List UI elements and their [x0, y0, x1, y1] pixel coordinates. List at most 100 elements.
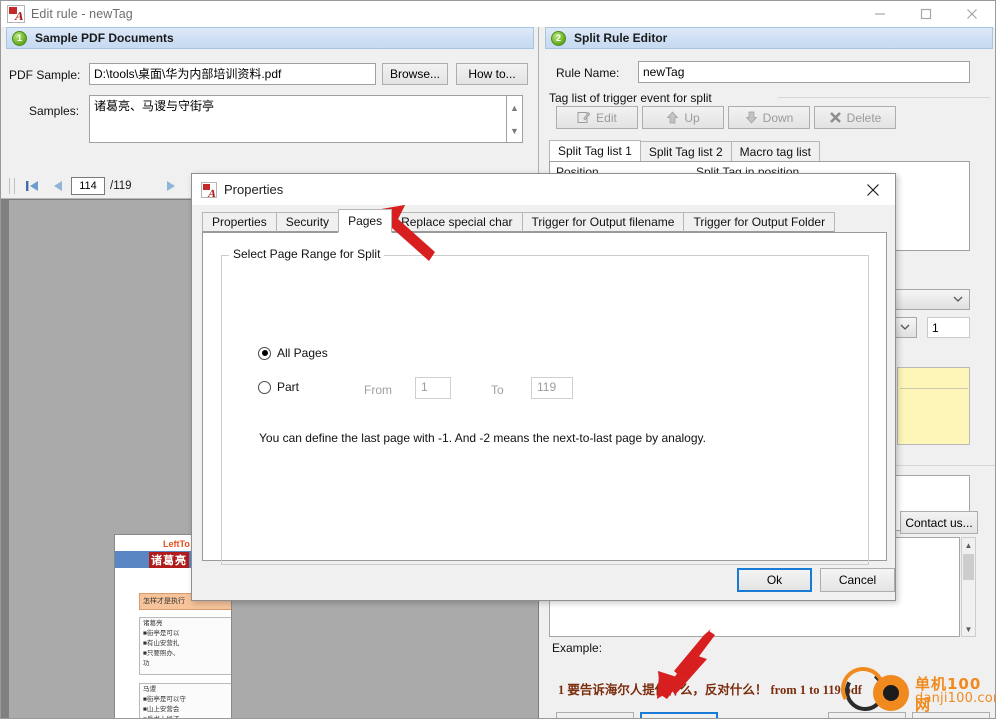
current-page-input[interactable]: 114 — [71, 176, 105, 195]
radio-part-label: Part — [277, 380, 300, 394]
howto-button[interactable]: How to... — [456, 63, 528, 85]
go-previous-icon[interactable] — [45, 175, 71, 197]
rule-output-scrollbar[interactable]: ▲ ▼ — [961, 537, 976, 637]
thumb-box1-title: 诸葛亮 — [143, 620, 163, 627]
page-range-legend: Select Page Range for Split — [229, 247, 385, 261]
watermark-text-line2: danji100.com — [915, 691, 995, 706]
tab-macro-tag-list[interactable]: Macro tag list — [730, 141, 821, 161]
tab-pages[interactable]: Pages — [338, 209, 393, 233]
scrollbar-thumb[interactable] — [963, 554, 974, 580]
sample-pdf-section-header: 1 Sample PDF Documents — [6, 27, 534, 49]
thumb-header-text: LeftTo — [163, 539, 190, 549]
section-title: Split Rule Editor — [574, 31, 668, 45]
taglist-delete-button[interactable]: Delete — [814, 106, 896, 129]
thumb-content-box-2: 马谡 ■街亭是可以守 ■山上安营会 ■兵书上候还 — [139, 683, 231, 718]
group-divider — [778, 97, 990, 98]
radio-part[interactable]: Part — [258, 380, 299, 394]
scroll-up-icon[interactable]: ▲ — [507, 96, 522, 119]
rule-name-input[interactable]: newTag — [638, 61, 970, 83]
thumb-box1-line: 功 — [143, 660, 150, 667]
go-first-icon[interactable] — [19, 175, 45, 197]
thumb-content-box-1: 诸葛亮 ■街亭是可以 ■有山安营扎 ■只要照办、 功 — [139, 617, 231, 675]
tab-trigger-output-filename[interactable]: Trigger for Output filename — [521, 212, 685, 232]
taglist-up-label: Up — [684, 110, 700, 125]
pdf-app-icon — [201, 181, 217, 198]
radio-part-control[interactable] — [258, 380, 271, 394]
count-input[interactable]: 1 — [927, 317, 970, 338]
thumb-box1-line: ■有山安营扎 — [143, 640, 180, 647]
thumb-title-text: 诸葛亮 — [149, 552, 189, 568]
step-number-badge: 1 — [12, 30, 27, 46]
radio-all-pages-label: All Pages — [277, 346, 328, 360]
rule-name-label: Rule Name: — [556, 66, 620, 80]
tab-properties[interactable]: Properties — [202, 212, 277, 232]
taglist-up-button[interactable]: Up — [642, 106, 724, 129]
chevron-down-icon — [900, 324, 910, 330]
toolbar-divider — [14, 177, 15, 194]
scroll-down-icon[interactable]: ▼ — [507, 119, 522, 142]
section-title: Sample PDF Documents — [35, 31, 174, 45]
go-next-icon[interactable] — [158, 175, 184, 197]
close-icon[interactable] — [949, 1, 995, 27]
thumb-box1-line: ■街亭是可以 — [143, 630, 180, 637]
window-controls — [857, 1, 995, 27]
arrow-up-icon — [667, 111, 679, 124]
radio-all-pages-control[interactable] — [258, 346, 271, 360]
pdf-sample-label: PDF Sample: — [9, 68, 81, 82]
samples-textarea[interactable]: 诸葛亮、马谡与守街亭 — [89, 95, 507, 143]
window-title: Edit rule - newTag — [31, 7, 133, 21]
sample-pdf-panel: 1 Sample PDF Documents PDF Sample: D:\to… — [1, 27, 539, 718]
scroll-up-icon[interactable]: ▲ — [962, 538, 975, 552]
tab-security[interactable]: Security — [275, 212, 340, 232]
chevron-down-icon — [953, 296, 963, 302]
browse-button[interactable]: Browse... — [382, 63, 448, 85]
pdf-app-icon — [7, 5, 25, 23]
dialog-cancel-button[interactable]: Cancel — [820, 568, 895, 592]
taglist-down-button[interactable]: Down — [728, 106, 810, 129]
toolbar-divider — [9, 177, 10, 194]
from-input[interactable]: 1 — [415, 377, 451, 399]
close-icon[interactable] — [851, 174, 895, 205]
dialog-tab-panel: Select Page Range for Split All Pages Pa… — [202, 232, 887, 565]
save-button[interactable]: Save — [828, 712, 906, 718]
step-number-badge: 2 — [551, 30, 566, 46]
contact-us-button[interactable]: Contact us... — [900, 511, 978, 534]
dialog-tabstrip: Properties Security Pages Replace specia… — [202, 209, 836, 233]
taglist-group-label: Tag list of trigger event for split — [549, 91, 712, 105]
from-label: From — [364, 383, 392, 397]
split-rule-section-header: 2 Split Rule Editor — [545, 27, 993, 49]
tab-replace-special-char[interactable]: Replace special char — [391, 212, 523, 232]
thumb-box2-title: 马谡 — [143, 686, 156, 693]
arrow-down-icon — [745, 111, 757, 124]
pdf-sample-input[interactable]: D:\tools\桌面\华为内部培训资料.pdf — [89, 63, 376, 85]
taglist-edit-label: Edit — [596, 110, 617, 125]
example-label: Example: — [552, 641, 603, 655]
dialog-title: Properties — [224, 182, 284, 197]
tab-split-tag-list-2[interactable]: Split Tag list 2 — [639, 141, 732, 161]
scroll-down-icon[interactable]: ▼ — [962, 622, 975, 636]
maximize-icon[interactable] — [903, 1, 949, 27]
thumb-box2-line: ■山上安营会 — [143, 706, 180, 713]
edit-icon — [577, 112, 591, 123]
application-window: Edit rule - newTag 1 Sample PDF Document… — [0, 0, 996, 719]
window-titlebar: Edit rule - newTag — [1, 1, 995, 27]
taglist-delete-label: Delete — [846, 110, 882, 125]
to-input[interactable]: 119 — [531, 377, 573, 399]
tab-split-tag-list-1[interactable]: Split Tag list 1 — [549, 140, 641, 161]
page-range-hint: You can define the last page with -1. An… — [259, 431, 706, 445]
taglist-edit-button[interactable]: Edit — [556, 106, 638, 129]
help-button[interactable]: Help — [556, 712, 634, 718]
thumb-box2-line: ■街亭是可以守 — [143, 696, 186, 703]
samples-label: Samples: — [29, 104, 80, 118]
options-button[interactable]: Options — [640, 712, 718, 718]
tab-trigger-output-folder[interactable]: Trigger for Output Folder — [683, 212, 836, 232]
samples-scrollbar[interactable]: ▲ ▼ — [507, 95, 523, 143]
radio-all-pages[interactable]: All Pages — [258, 346, 328, 360]
minimize-icon[interactable] — [857, 1, 903, 27]
thumb-box1-line: ■只要照办、 — [143, 650, 180, 657]
total-pages-label: /119 — [110, 179, 132, 192]
dialog-ok-button[interactable]: Ok — [737, 568, 812, 592]
taglist-down-label: Down — [762, 110, 794, 125]
to-label: To — [491, 383, 504, 397]
properties-dialog: Properties Properties Security Pages Rep… — [191, 173, 896, 601]
